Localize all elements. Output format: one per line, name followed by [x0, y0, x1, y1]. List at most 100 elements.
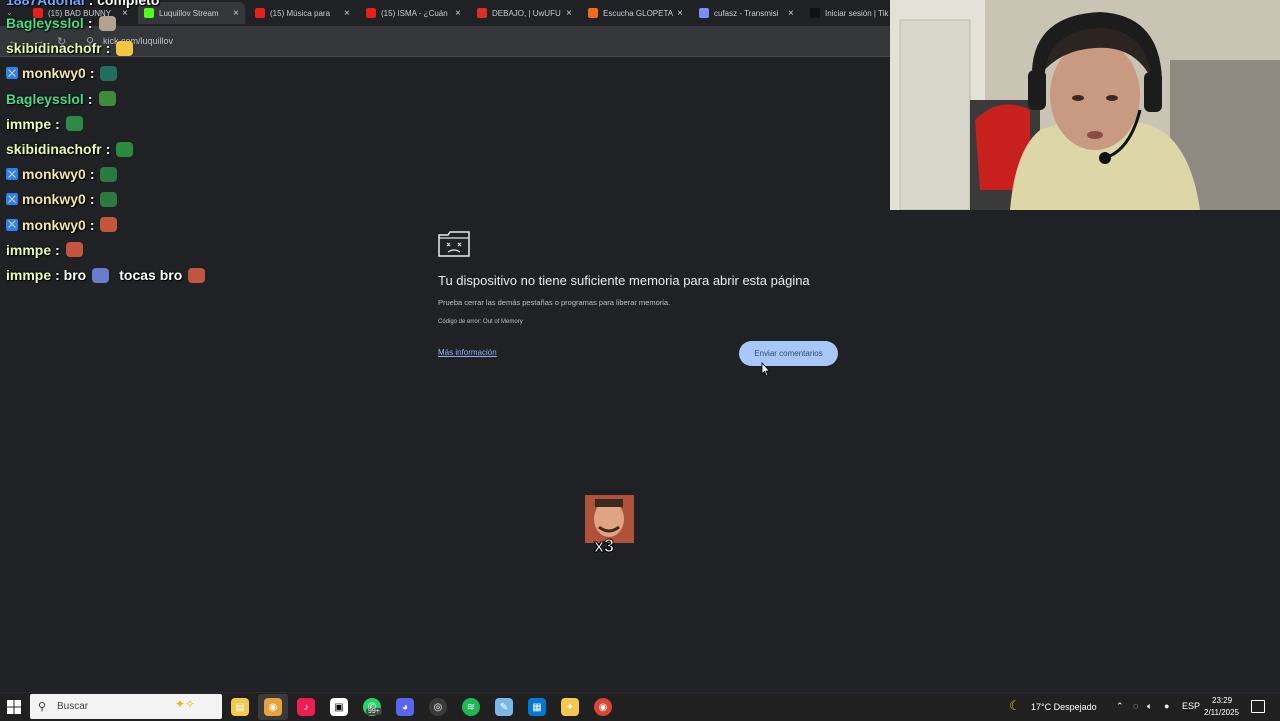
taskbar-search-placeholder: Buscar — [57, 701, 89, 712]
chat-message: ⤬ monkwy0: — [6, 189, 118, 209]
chat-emote-icon — [116, 141, 134, 157]
tab-title: (15) Música para — [270, 8, 331, 18]
search-highlight-icon: ✦✧ — [175, 697, 196, 711]
chat-username[interactable]: Bagleysslol — [6, 91, 84, 107]
chat-message: immpe: — [6, 240, 83, 260]
notification-icon[interactable] — [1251, 700, 1265, 713]
tab-favicon-icon — [366, 8, 376, 18]
tab-favicon-icon — [588, 8, 598, 18]
capcut-icon[interactable]: ▣ — [330, 698, 348, 716]
sad-folder-icon — [438, 231, 470, 257]
chat-text: : — [89, 191, 95, 208]
chat-text: : bro — [55, 267, 87, 283]
chat-emote-icon — [188, 267, 206, 283]
chat-message: Bagleysslol: — [6, 89, 116, 109]
file-explorer-icon[interactable]: ▤ — [231, 698, 249, 716]
tab-favicon-icon — [255, 8, 265, 18]
verified-badge-icon: ⤬ — [6, 193, 18, 206]
volume-icon[interactable]: 🔈︎ — [1147, 701, 1152, 712]
chat-text: : — [105, 40, 111, 57]
verified-badge-icon: ⤬ — [6, 67, 18, 80]
tab-close-icon[interactable]: × — [344, 8, 350, 19]
windows-start-icon[interactable] — [7, 700, 21, 714]
spotify-icon[interactable]: ≋ — [462, 698, 480, 716]
tiktok-icon[interactable]: ♪ — [297, 698, 315, 716]
microphone-icon[interactable]: ● — [1164, 701, 1169, 711]
chat-username[interactable]: skibidinachofr — [6, 40, 102, 56]
chat-username[interactable]: monkwy0 — [22, 65, 86, 81]
browser-tab[interactable]: DEBAJO, | UwUFU × — [471, 4, 578, 22]
alert-count: x3 — [593, 536, 615, 557]
browser-tab[interactable]: Escucha GLOPETA × — [582, 4, 689, 22]
tab-favicon-icon — [477, 8, 487, 18]
tab-favicon-icon — [810, 8, 820, 18]
chat-message: Bagleysslol: — [6, 13, 116, 33]
language-indicator[interactable]: ESP — [1182, 701, 1200, 711]
chat-text: : completo — [88, 0, 160, 8]
browser-tab[interactable]: (15) Música para × — [249, 4, 356, 22]
chat-text: : — [87, 15, 93, 31]
webcam-feed — [890, 0, 1280, 210]
weather-text[interactable]: 17°C Despejado — [1031, 702, 1097, 712]
chat-text: tocas bro — [119, 267, 183, 283]
chat-username[interactable]: Bagleysslol — [6, 15, 84, 31]
chat-username[interactable]: immpe — [6, 242, 51, 258]
chevron-up-icon[interactable]: ⌃ — [1116, 701, 1124, 712]
mouse-cursor-icon — [761, 362, 771, 377]
chat-message: ⤬ monkwy0: — [6, 63, 118, 83]
chat-username[interactable]: immpe — [6, 116, 51, 132]
chat-emote-icon — [100, 191, 118, 207]
discord-icon[interactable]: ◕ — [396, 698, 414, 716]
tab-close-icon[interactable]: × — [233, 8, 239, 19]
browser-tab[interactable]: (15) ISMA - ¿Cuán × — [360, 4, 467, 22]
tab-close-icon[interactable]: × — [788, 8, 794, 19]
chat-username[interactable]: monkwy0 — [22, 217, 86, 233]
browser-tab[interactable]: cufasz - Transmisi × — [693, 4, 800, 22]
error-code: Código de error: Out of Memory — [438, 319, 523, 325]
send-feedback-button[interactable]: Enviar comentarios — [739, 341, 838, 366]
chat-text: : — [87, 90, 93, 107]
network-icon[interactable]: ◌ — [1133, 701, 1138, 711]
chat-message: immpe: bro tocas bro — [6, 265, 206, 285]
chat-username[interactable]: monkwy0 — [22, 166, 86, 182]
more-info-link[interactable]: Más información — [438, 348, 497, 357]
tab-title: (15) ISMA - ¿Cuán — [381, 8, 448, 18]
chat-message: ⤬ monkwy0: — [6, 215, 118, 235]
tab-close-icon[interactable]: × — [677, 8, 683, 19]
chat-username[interactable]: monkwy0 — [22, 191, 86, 207]
chat-username[interactable]: skibidinachofr — [6, 141, 102, 157]
search-icon: ⚲ — [38, 701, 47, 713]
notepad-icon[interactable]: ✎ — [495, 698, 513, 716]
chrome-icon[interactable]: ◉ — [594, 698, 612, 716]
clock-date[interactable]: 2/11/2025 — [1204, 708, 1239, 717]
chat-message: skibidinachofr: — [6, 38, 134, 58]
chat-emote-icon — [65, 116, 83, 132]
moon-weather-icon: ☾ — [1009, 698, 1021, 713]
chat-emote-icon — [100, 166, 118, 182]
microsoft-store-icon[interactable]: ▦ — [528, 698, 546, 716]
chat-message: ⤬ monkwy0: — [6, 164, 118, 184]
verified-badge-icon: ⤬ — [6, 218, 18, 231]
tab-title: cufasz - Transmisi — [714, 8, 779, 18]
error-subtitle: Prueba cerrar las demás pestañas o progr… — [438, 298, 671, 307]
tab-close-icon[interactable]: × — [455, 8, 461, 19]
tab-close-icon[interactable]: × — [566, 8, 572, 19]
clock-time[interactable]: 23:29 — [1212, 696, 1232, 705]
chat-username[interactable]: immpe — [6, 267, 51, 283]
chat-emote-icon — [65, 242, 83, 258]
chat-message: immpe: — [6, 114, 83, 134]
tab-title: Luquillov Stream — [159, 8, 219, 18]
chat-text: : — [55, 115, 60, 132]
obs-icon[interactable]: ◎ — [429, 698, 447, 716]
chat-text: : — [89, 216, 95, 233]
chat-text: : — [55, 241, 60, 258]
chat-message: skibidinachofr: — [6, 139, 134, 159]
chat-emote-icon — [100, 65, 118, 81]
tab-title: Iniciar sesión | Tik — [825, 8, 889, 18]
chat-message-partial: 1887Adonai : completo — [6, 0, 159, 10]
editor-icon[interactable]: ✦ — [561, 698, 579, 716]
chrome-profile-icon[interactable]: ◉ — [264, 698, 282, 716]
chat-text: : — [89, 65, 95, 82]
chat-emote-icon — [100, 217, 118, 233]
chat-emote-icon — [92, 267, 110, 283]
